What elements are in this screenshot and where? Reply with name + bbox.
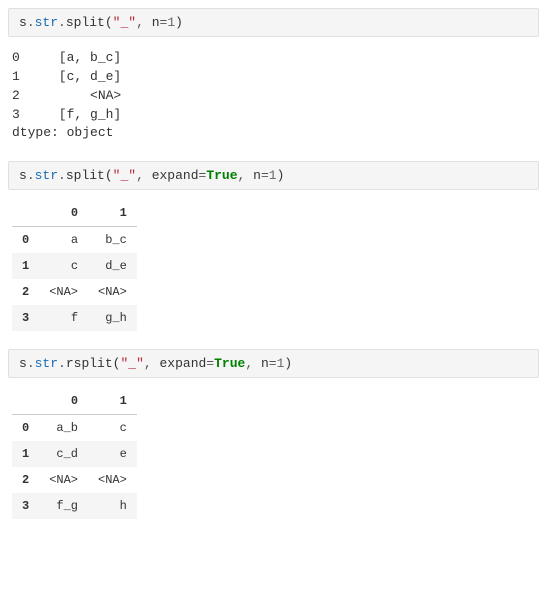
- cell: d_e: [88, 253, 137, 279]
- comma: ,: [136, 15, 152, 30]
- dot: .: [58, 356, 66, 371]
- row-index: 1: [12, 441, 39, 467]
- cell: a: [39, 227, 88, 254]
- code-method: split: [66, 168, 105, 183]
- code-attr: str: [35, 15, 58, 30]
- arg-string: "_": [113, 15, 136, 30]
- table-row: 3 f_g h: [12, 493, 137, 519]
- row-index: 0: [12, 415, 39, 442]
- col-header: 1: [88, 388, 137, 415]
- col-header: 0: [39, 388, 88, 415]
- equals: =: [206, 356, 214, 371]
- cell: <NA>: [39, 279, 88, 305]
- dataframe-table: 0 1 0 a b_c 1 c d_e 2 <NA> <NA> 3 f g_h: [12, 200, 137, 331]
- row-index: 2: [12, 279, 39, 305]
- arg-n-key: n: [261, 356, 269, 371]
- dot: .: [27, 356, 35, 371]
- table-header-row: 0 1: [12, 388, 137, 415]
- table-header-row: 0 1: [12, 200, 137, 227]
- table-row: 0 a b_c: [12, 227, 137, 254]
- cell: <NA>: [88, 467, 137, 493]
- cell: f: [39, 305, 88, 331]
- arg-n-key: n: [253, 168, 261, 183]
- table-corner: [12, 388, 39, 415]
- code-cell-3: s.str.rsplit("_", expand=True, n=1): [8, 349, 539, 378]
- code-obj: s: [19, 168, 27, 183]
- code-cell-2: s.str.split("_", expand=True, n=1): [8, 161, 539, 190]
- cell: a_b: [39, 415, 88, 442]
- arg-expand-val: True: [206, 168, 237, 183]
- output-line: 0 [a, b_c]: [12, 50, 121, 65]
- output-line: 1 [c, d_e]: [12, 69, 121, 84]
- table-row: 0 a_b c: [12, 415, 137, 442]
- arg-string: "_": [120, 356, 143, 371]
- row-index: 3: [12, 305, 39, 331]
- table-row: 2 <NA> <NA>: [12, 467, 137, 493]
- dot: .: [58, 168, 66, 183]
- cell: c: [39, 253, 88, 279]
- output-text-1: 0 [a, b_c] 1 [c, d_e] 2 <NA> 3 [f, g_h] …: [8, 47, 539, 151]
- code-method: rsplit: [66, 356, 113, 371]
- arg-n-key: n: [152, 15, 160, 30]
- comma: ,: [245, 356, 261, 371]
- equals: =: [261, 168, 269, 183]
- row-index: 0: [12, 227, 39, 254]
- output-line: 3 [f, g_h]: [12, 107, 121, 122]
- cell: c_d: [39, 441, 88, 467]
- arg-n-val: 1: [269, 168, 277, 183]
- equals: =: [269, 356, 277, 371]
- col-header: 0: [39, 200, 88, 227]
- table-row: 3 f g_h: [12, 305, 137, 331]
- comma: ,: [238, 168, 254, 183]
- col-header: 1: [88, 200, 137, 227]
- output-line: 2 <NA>: [12, 88, 121, 103]
- table-row: 2 <NA> <NA>: [12, 279, 137, 305]
- row-index: 1: [12, 253, 39, 279]
- cell: h: [88, 493, 137, 519]
- paren-open: (: [105, 168, 113, 183]
- cell: c: [88, 415, 137, 442]
- code-obj: s: [19, 356, 27, 371]
- code-cell-1: s.str.split("_", n=1): [8, 8, 539, 37]
- row-index: 3: [12, 493, 39, 519]
- code-attr: str: [35, 356, 58, 371]
- dot: .: [27, 15, 35, 30]
- arg-string: "_": [113, 168, 136, 183]
- cell: f_g: [39, 493, 88, 519]
- code-obj: s: [19, 15, 27, 30]
- row-index: 2: [12, 467, 39, 493]
- code-attr: str: [35, 168, 58, 183]
- arg-expand-key: expand: [152, 168, 199, 183]
- arg-expand-key: expand: [159, 356, 206, 371]
- dataframe-output-1: 0 1 0 a b_c 1 c d_e 2 <NA> <NA> 3 f g_h: [12, 200, 539, 331]
- dot: .: [27, 168, 35, 183]
- dataframe-output-2: 0 1 0 a_b c 1 c_d e 2 <NA> <NA> 3 f_g h: [12, 388, 539, 519]
- paren-close: ): [284, 356, 292, 371]
- cell: b_c: [88, 227, 137, 254]
- table-corner: [12, 200, 39, 227]
- code-method: split: [66, 15, 105, 30]
- cell: e: [88, 441, 137, 467]
- table-row: 1 c_d e: [12, 441, 137, 467]
- comma: ,: [136, 168, 152, 183]
- arg-n-val: 1: [167, 15, 175, 30]
- paren-open: (: [105, 15, 113, 30]
- table-row: 1 c d_e: [12, 253, 137, 279]
- arg-expand-val: True: [214, 356, 245, 371]
- paren-close: ): [175, 15, 183, 30]
- output-line: dtype: object: [12, 125, 113, 140]
- cell: g_h: [88, 305, 137, 331]
- cell: <NA>: [39, 467, 88, 493]
- paren-close: ): [277, 168, 285, 183]
- comma: ,: [144, 356, 160, 371]
- dataframe-table: 0 1 0 a_b c 1 c_d e 2 <NA> <NA> 3 f_g h: [12, 388, 137, 519]
- cell: <NA>: [88, 279, 137, 305]
- dot: .: [58, 15, 66, 30]
